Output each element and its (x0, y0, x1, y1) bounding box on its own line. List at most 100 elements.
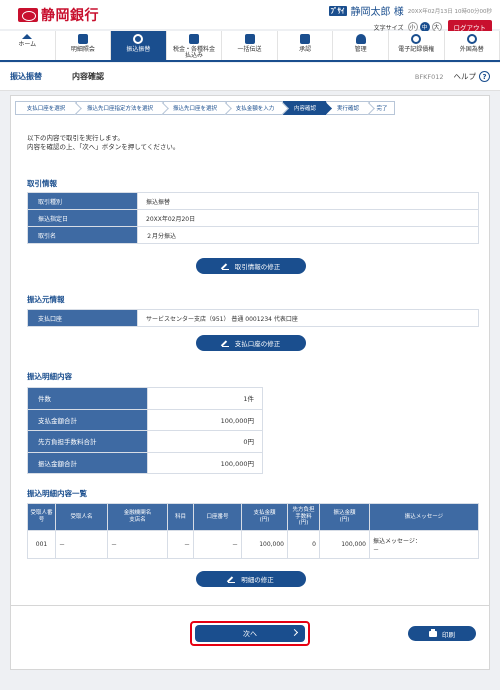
step-select-account: 支払口座を選択 (15, 101, 77, 115)
nav-item-forex[interactable]: 外国為替 (445, 31, 500, 60)
col-header: 科目 (167, 503, 194, 531)
table-cell: 100,000 (319, 530, 370, 559)
bank-logo-mark-icon (18, 8, 38, 22)
nav-label: 管理 (354, 46, 367, 53)
section-title-detail-list: 振込明細内容一覧 (27, 489, 87, 498)
nav-item-admin[interactable]: 管理 (333, 31, 389, 60)
help-link[interactable]: ヘルプ ? (453, 71, 490, 82)
row-label: 振込指定日 (27, 209, 138, 227)
nav-label: 税金・各種料金 払込み (172, 45, 215, 60)
button-label: 明細の修正 (241, 576, 274, 584)
home-icon (22, 34, 33, 39)
edit-source-account-button[interactable]: 支払口座の修正 (196, 335, 306, 351)
section-title-source: 振込元情報 (27, 295, 65, 304)
statement-icon (77, 34, 88, 44)
table-cell: 100,000 (241, 530, 288, 559)
page-header: 振込振替 内容確認 BFKF012 ヘルプ ? (0, 63, 500, 91)
detail-list-table: 受取人番号 受取人名 金融機関名 支店名 科目 口座番号 支払金額 (円) 先方… (27, 503, 479, 559)
forex-icon (466, 34, 477, 44)
bank-logo[interactable]: 静岡銀行 (18, 5, 99, 25)
row-label: 振込金額合計 (27, 451, 148, 474)
screen-code: BFKF012 (414, 72, 444, 81)
user-badge: ﾌﾞｻｲ (328, 5, 347, 16)
row-label: 件数 (27, 387, 148, 410)
nav-item-approval[interactable]: 承認 (278, 31, 334, 60)
col-header: 振込金額 (円) (319, 503, 370, 531)
table-row: 支払口座 サービスセンター支店（951） 普通 0001234 代表口座 (27, 309, 479, 327)
source-info-table: 支払口座 サービスセンター支店（951） 普通 0001234 代表口座 (27, 309, 479, 327)
row-label: 支払金額合計 (27, 408, 148, 431)
nav-label: 振込振替 (126, 46, 151, 53)
last-login: 20XX年02月13日 10時00分00秒 (407, 8, 492, 15)
chevron-right-icon (290, 628, 299, 637)
main-panel: 支払口座を選択 振込先口座指定方法を選択 振込先口座を選択 支払金額を入力 内容… (10, 95, 490, 670)
table-header-row: 受取人番号 受取人名 金融機関名 支店名 科目 口座番号 支払金額 (円) 先方… (27, 503, 479, 531)
step-execute: 実行確認 (326, 101, 370, 115)
row-value: 0円 (147, 430, 263, 453)
nav-item-e-bond[interactable]: 電子記録債権 (389, 31, 445, 60)
row-value: ２月分振込 (137, 226, 479, 244)
e-bond-icon (411, 34, 422, 44)
main-nav: ホーム 明細照会 振込振替 税金・各種料金 払込み 一括伝送 承認 管理 電子記… (0, 31, 500, 62)
transfer-icon (133, 34, 144, 44)
row-label: 先方負担手数料合計 (27, 430, 148, 453)
printer-icon (429, 628, 437, 637)
row-value: 振込振替 (137, 192, 479, 210)
nav-item-statement[interactable]: 明細照会 (56, 31, 112, 60)
print-button-label: 印刷 (442, 630, 455, 639)
pen-icon (228, 576, 236, 583)
row-value: サービスセンター支店（951） 普通 0001234 代表口座 (137, 309, 479, 327)
help-icon: ? (479, 71, 490, 82)
admin-icon (355, 34, 366, 44)
row-value: 1件 (147, 387, 263, 410)
table-row: 先方負担手数料合計 0円 (27, 430, 263, 453)
nav-item-batch[interactable]: 一括伝送 (222, 31, 278, 60)
row-value: 100,000円 (147, 451, 263, 474)
progress-steps: 支払口座を選択 振込先口座指定方法を選択 振込先口座を選択 支払金額を入力 内容… (15, 101, 419, 115)
print-button[interactable]: 印刷 (408, 626, 476, 641)
table-cell: － (107, 530, 168, 559)
transaction-info-table: 取引種別 振込振替 振込指定日 20XX年02月20日 取引名 ２月分振込 (27, 192, 479, 244)
nav-item-transfer[interactable]: 振込振替 (111, 31, 167, 60)
table-cell: － (167, 530, 194, 559)
table-row: 001 － － － － 100,000 0 100,000 振込メッセージ： － (27, 530, 479, 559)
approval-icon (300, 34, 311, 44)
nav-label: 電子記録債権 (398, 46, 435, 53)
pen-icon (221, 263, 229, 270)
help-label: ヘルプ (453, 72, 477, 81)
table-row: 取引名 ２月分振込 (27, 226, 479, 244)
bank-name: 静岡銀行 (41, 8, 99, 24)
col-header: 先方負担 手数料 (円) (287, 503, 320, 531)
top-bar: 静岡銀行 ﾌﾞｻｲ 静岡太郎 様 20XX年02月13日 10時00分00秒 文… (0, 0, 500, 34)
step-input-amount: 支払金額を入力 (226, 101, 284, 115)
table-cell: － (55, 530, 108, 559)
row-label: 取引名 (27, 226, 138, 244)
edit-details-button[interactable]: 明細の修正 (196, 571, 306, 587)
detail-summary-table: 件数 1件 支払金額合計 100,000円 先方負担手数料合計 0円 振込金額合… (27, 387, 263, 474)
col-header: 受取人番号 (27, 503, 56, 531)
table-row: 振込金額合計 100,000円 (27, 451, 263, 474)
table-cell: － (193, 530, 242, 559)
page-subtitle: 内容確認 (72, 72, 104, 81)
button-label: 支払口座の修正 (234, 340, 281, 348)
page-title: 振込振替 (10, 72, 42, 81)
button-label: 取引情報の修正 (234, 263, 281, 271)
next-button[interactable]: 次へ (195, 625, 305, 642)
table-row: 支払金額合計 100,000円 (27, 408, 263, 431)
table-row: 振込指定日 20XX年02月20日 (27, 209, 479, 227)
nav-label: 外国為替 (459, 46, 484, 53)
intro-text: 以下の内容で取引を実行します。 内容を確認の上、「次へ」ボタンを押してください。 (27, 134, 179, 152)
nav-item-home[interactable]: ホーム (0, 31, 56, 60)
footer-divider (10, 605, 490, 606)
row-label: 支払口座 (27, 309, 138, 327)
col-header: 振込メッセージ (369, 503, 479, 531)
section-title-transaction: 取引情報 (27, 179, 57, 188)
col-header: 支払金額 (円) (241, 503, 288, 531)
nav-item-tax[interactable]: 税金・各種料金 払込み (167, 31, 223, 60)
nav-label: 明細照会 (70, 46, 95, 53)
col-header: 口座番号 (193, 503, 242, 531)
step-select-payee: 振込先口座を選択 (163, 101, 227, 115)
edit-transaction-button[interactable]: 取引情報の修正 (196, 258, 306, 274)
nav-label: 承認 (299, 46, 312, 53)
step-select-method: 振込先口座指定方法を選択 (76, 101, 164, 115)
